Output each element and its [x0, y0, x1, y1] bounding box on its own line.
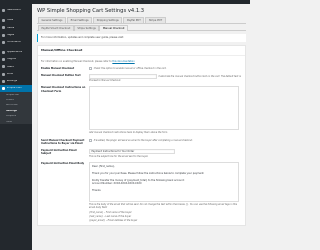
sidebar-item-label: Media: [6, 26, 15, 29]
settings-icon: [2, 79, 5, 83]
tab-stripe-settings[interactable]: Stripe Settings: [73, 24, 100, 31]
sidebar-item-label: Users: [6, 65, 14, 68]
tab-shipping-settings[interactable]: Shipping Settings: [93, 17, 123, 23]
sidebar-item-label: Comments: [6, 41, 21, 44]
sidebar-item-appearance[interactable]: Appearance: [0, 49, 32, 56]
sidebar-item-posts[interactable]: Posts: [0, 17, 32, 24]
tab-general-settings[interactable]: General Settings: [38, 17, 66, 23]
sidebar-item-simple-cart[interactable]: Simple Cart: [0, 84, 32, 93]
sidebar-subitem-label: Coupons: [6, 115, 16, 118]
setting-row-email-body: Payment Instruction Email Body Dear {fir…: [41, 162, 242, 222]
sidebar-item-comments[interactable]: Comments: [0, 39, 32, 46]
setting-label: Manual Checkout Instructions on Checkout…: [41, 86, 86, 93]
tab-paypal-smart-checkout[interactable]: PayPal Smart Checkout: [38, 24, 74, 31]
users-icon: [2, 65, 5, 69]
panel-intro: For information on enabling Manual Check…: [41, 60, 242, 63]
email-tag: {last_name} – Last name of the buyer: [89, 214, 132, 218]
email-body-line: Thanks: [92, 189, 101, 193]
appearance-icon: [2, 51, 5, 55]
manual-checkout-panel: Manual/Offline Checkout For information …: [37, 44, 246, 227]
panel-title: Manual/Offline Checkout: [38, 46, 245, 56]
settings-tabs-row-1: General Settings Email Settings Shipping…: [37, 17, 246, 24]
email-body-textarea[interactable]: Dear {first_name}, Thank you for your pu…: [89, 162, 239, 203]
sidebar-item-dashboard[interactable]: Dashboard: [0, 7, 32, 14]
sidebar-subitem-label: Orders: [6, 99, 14, 101]
sidebar-item-label: Appearance: [6, 51, 23, 54]
setting-row-send-buyer-email: Send Manual Checkout Payment Instruction…: [41, 138, 242, 145]
panel-body: For information on enabling Manual Check…: [38, 56, 245, 226]
sidebar-item-label: Pages: [6, 33, 15, 36]
setting-control: Dear {first_name}, Thank you for your pu…: [89, 162, 242, 222]
email-subject-input[interactable]: Payment Instructions for Your Order: [89, 148, 175, 154]
pages-icon: [2, 33, 5, 37]
setting-control: If enabled, the plugin will send an emai…: [89, 138, 242, 145]
plugins-icon: [2, 58, 5, 62]
documentation-link[interactable]: this documentation: [112, 60, 134, 63]
comments-icon: [2, 40, 5, 44]
setting-label: Enable Manual Checkout: [41, 66, 75, 70]
settings-tabs-row-2: PayPal Smart Checkout Stripe Settings Ma…: [37, 24, 246, 32]
instructions-textarea[interactable]: [89, 86, 239, 131]
email-tag: {payer_email} – Email Address of the buy…: [89, 218, 138, 222]
tab-email-settings[interactable]: Email Settings: [67, 17, 93, 23]
posts-icon: [2, 19, 5, 23]
setting-description: This is the body of the email that will …: [89, 203, 238, 210]
setting-description: Check this option to enable manual or of…: [93, 66, 167, 70]
setting-row-button-text: Manual Checkout Button Text Customize th…: [41, 74, 242, 82]
cart-icon: [2, 86, 5, 90]
sidebar-item-label: Plugins: [6, 58, 16, 61]
setting-row-enable-manual-checkout: Enable Manual Checkout Check this option…: [41, 66, 242, 70]
sidebar-item-label: Simple Cart: [6, 87, 22, 90]
tab-paypal-pdt[interactable]: PayPal PDT: [123, 17, 145, 23]
sidebar-subitem-tools[interactable]: Tools: [0, 119, 32, 125]
send-buyer-email-checkbox[interactable]: [89, 138, 93, 142]
setting-control: Check this option to enable manual or of…: [89, 66, 242, 70]
setting-label: Payment Instruction Email Body: [41, 162, 85, 166]
sidebar-subitem-label: Simple Cart: [6, 93, 20, 96]
setting-description: This is the subject line for the email s…: [89, 154, 149, 158]
sidebar-item-pages[interactable]: Pages: [0, 32, 32, 39]
sidebar-item-tools[interactable]: Tools: [0, 71, 32, 78]
setting-control: Customize the manual checkout button tex…: [89, 74, 242, 82]
sidebar-item-label: Settings: [6, 79, 18, 82]
setting-label: Send Manual Checkout Payment Instruction…: [41, 138, 85, 145]
sidebar-item-users[interactable]: Users: [0, 63, 32, 70]
main-content: WP Simple Shopping Cart Settings v4.1.3 …: [32, 4, 250, 250]
panel-intro-text: For information on enabling Manual Check…: [41, 59, 112, 63]
enable-manual-checkout-checkbox[interactable]: [89, 66, 93, 70]
tools-icon: [2, 72, 5, 76]
setting-description: If enabled, the plugin will send an emai…: [93, 138, 193, 142]
admin-sidebar: Dashboard Posts Media Pages Comments App…: [0, 4, 32, 250]
email-tag: {first_name} – First name of the buyer: [89, 210, 132, 214]
sidebar-subitem-label: Tools: [6, 120, 12, 123]
setting-row-email-subject: Payment Instruction Email Subject Paymen…: [41, 148, 242, 158]
page-title: WP Simple Shopping Cart Settings v4.1.3: [37, 8, 145, 14]
setting-control: Payment Instructions for Your Order This…: [89, 148, 242, 158]
sidebar-item-settings[interactable]: Settings: [0, 78, 32, 85]
tab-manual-checkout[interactable]: Manual Checkout: [99, 24, 128, 32]
media-icon: [2, 26, 5, 30]
dashboard-icon: [2, 9, 5, 13]
setting-description: Add manual checkout instructions here to…: [89, 131, 169, 135]
sidebar-item-label: Tools: [6, 72, 13, 75]
sidebar-item-plugins[interactable]: Plugins: [0, 56, 32, 63]
setting-label: Manual Checkout Button Text: [41, 74, 81, 78]
sidebar-item-label: Posts: [6, 19, 14, 22]
setting-control: Add manual checkout instructions here to…: [89, 86, 242, 134]
sidebar-item-media[interactable]: Media: [0, 24, 32, 31]
sidebar-subitem-label: Add Order: [6, 104, 18, 107]
sidebar-item-label: Dashboard: [6, 9, 21, 12]
sidebar-subitem-label: Settings: [6, 109, 17, 112]
panel-intro-row: For information on enabling Manual Check…: [41, 60, 242, 63]
setting-label: Payment Instruction Email Subject: [41, 148, 77, 156]
tab-stripe-pdt[interactable]: Stripe PDT: [145, 17, 166, 23]
setting-row-instructions: Manual Checkout Instructions on Checkout…: [41, 86, 242, 134]
info-notice: For more information, updates and comple…: [37, 34, 246, 42]
